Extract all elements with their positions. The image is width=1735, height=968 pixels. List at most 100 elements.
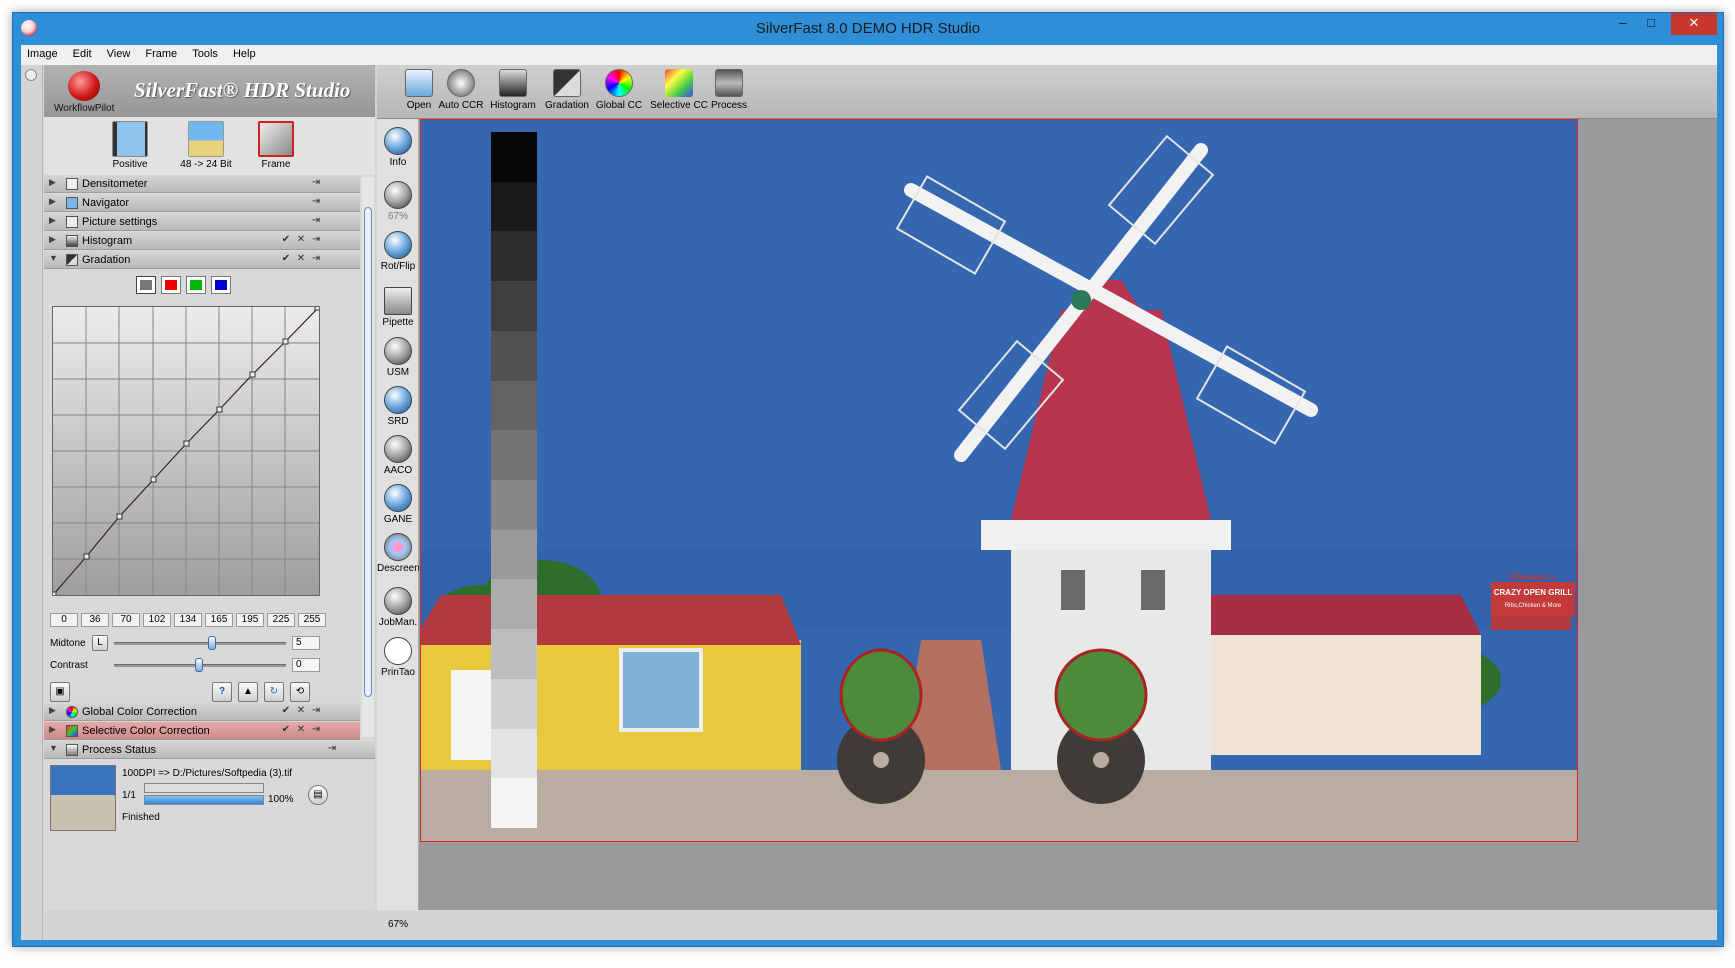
- undock-icon[interactable]: ⇥: [310, 705, 322, 717]
- tool-rotflip-button[interactable]: Rot/Flip: [377, 231, 419, 272]
- image-viewer[interactable]: CRAZY OPEN GRILL Ribs,Chicken & More Ele…: [419, 119, 1717, 910]
- save-preset-button[interactable]: ▣: [50, 682, 70, 702]
- toolbar-autoccr-button[interactable]: Auto CCR: [433, 69, 489, 111]
- midtone-mode-button[interactable]: L: [92, 635, 108, 651]
- menu-view[interactable]: View: [101, 45, 137, 60]
- midtone-value[interactable]: 5: [292, 636, 320, 650]
- gradation-value[interactable]: 165: [205, 613, 233, 627]
- menu-help[interactable]: Help: [227, 45, 262, 60]
- check-icon[interactable]: ✔: [280, 724, 292, 736]
- section-process-status[interactable]: ▼ Process Status ⇥: [44, 741, 375, 759]
- undock-icon[interactable]: ⇥: [310, 234, 322, 246]
- undock-icon[interactable]: ⇥: [310, 253, 322, 265]
- toolbar-gradation-button[interactable]: Gradation: [539, 69, 595, 111]
- menu-edit[interactable]: Edit: [67, 45, 98, 60]
- expand-arrow-icon[interactable]: ▶: [49, 215, 56, 226]
- minimize-button[interactable]: –: [1609, 13, 1637, 35]
- mode-positive-button[interactable]: Positive: [90, 121, 170, 170]
- panel-scrollbar[interactable]: [362, 177, 374, 737]
- menu-image[interactable]: Image: [21, 45, 64, 60]
- title-bar[interactable]: SilverFast 8.0 DEMO HDR Studio – □ ✕: [13, 13, 1723, 45]
- expand-arrow-icon[interactable]: ▶: [49, 705, 56, 716]
- midtone-slider-handle[interactable]: [208, 636, 216, 650]
- check-icon[interactable]: ✔: [280, 705, 292, 717]
- help-button[interactable]: ?: [212, 682, 232, 702]
- refresh-button[interactable]: ↻: [264, 682, 284, 702]
- tool-zoom-button[interactable]: 67%: [377, 181, 419, 222]
- channel-master-button[interactable]: [136, 276, 156, 294]
- curve-point[interactable]: [50, 591, 57, 598]
- tool-printao-button[interactable]: PrinTao: [377, 637, 419, 678]
- channel-green-button[interactable]: [186, 276, 206, 294]
- channel-blue-button[interactable]: [211, 276, 231, 294]
- mode-frame-button[interactable]: Frame: [236, 121, 316, 170]
- curve-point[interactable]: [314, 304, 321, 311]
- expand-arrow-icon[interactable]: ▶: [49, 196, 56, 207]
- check-icon[interactable]: ✔: [280, 253, 292, 265]
- workflow-pilot-label[interactable]: WorkflowPilot: [54, 103, 114, 114]
- gradation-value[interactable]: 0: [50, 613, 78, 627]
- undock-icon[interactable]: ⇥: [326, 743, 338, 755]
- curve-point[interactable]: [249, 371, 256, 378]
- toolbar-globalcc-button[interactable]: Global CC: [591, 69, 647, 111]
- undock-icon[interactable]: ⇥: [310, 177, 322, 189]
- gradation-curve[interactable]: [50, 304, 321, 598]
- channel-red-button[interactable]: [161, 276, 181, 294]
- job-info-button[interactable]: ▤: [308, 785, 328, 805]
- gradation-value[interactable]: 195: [236, 613, 264, 627]
- tool-aaco-button[interactable]: AACO: [377, 435, 419, 476]
- reset-x-icon[interactable]: ✕: [295, 234, 307, 246]
- job-thumbnail[interactable]: [50, 765, 116, 831]
- contrast-slider-handle[interactable]: [195, 658, 203, 672]
- mode-bitdepth-button[interactable]: 48 -> 24 Bit: [166, 121, 246, 170]
- expand-arrow-icon[interactable]: ▶: [49, 177, 56, 188]
- tool-srd-button[interactable]: SRD: [377, 386, 419, 427]
- section-gradation[interactable]: ▼ Gradation ✔ ✕ ⇥: [44, 251, 360, 269]
- curve-point[interactable]: [150, 476, 157, 483]
- undock-icon[interactable]: ⇥: [310, 215, 322, 227]
- reset-x-icon[interactable]: ✕: [295, 253, 307, 265]
- gradation-value[interactable]: 134: [174, 613, 202, 627]
- section-selective-cc[interactable]: ▶ Selective Color Correction ✔ ✕ ⇥: [44, 722, 360, 740]
- scrollbar-thumb[interactable]: [364, 207, 372, 697]
- toolbar-histogram-button[interactable]: Histogram: [485, 69, 541, 111]
- gradation-value[interactable]: 70: [112, 613, 140, 627]
- curve-point[interactable]: [83, 553, 90, 560]
- reset-x-icon[interactable]: ✕: [295, 724, 307, 736]
- curve-point[interactable]: [116, 513, 123, 520]
- tool-gane-button[interactable]: GANE: [377, 484, 419, 525]
- close-button[interactable]: ✕: [1671, 13, 1717, 35]
- menu-tools[interactable]: Tools: [186, 45, 224, 60]
- section-navigator[interactable]: ▶ Navigator ⇥: [44, 194, 360, 212]
- collapse-arrow-icon[interactable]: ▼: [49, 743, 58, 753]
- contrast-value[interactable]: 0: [292, 658, 320, 672]
- reset-button[interactable]: ⟲: [290, 682, 310, 702]
- gradation-value[interactable]: 36: [81, 613, 109, 627]
- tool-usm-button[interactable]: USM: [377, 337, 419, 378]
- curve-point[interactable]: [282, 338, 289, 345]
- gradation-value[interactable]: 102: [143, 613, 171, 627]
- workflow-pilot-icon[interactable]: [68, 71, 100, 101]
- section-histogram[interactable]: ▶ Histogram ✔ ✕ ⇥: [44, 232, 360, 250]
- check-icon[interactable]: ✔: [280, 234, 292, 246]
- toolbar-process-button[interactable]: Process: [701, 69, 757, 111]
- tool-jobman-button[interactable]: JobMan.: [377, 587, 419, 628]
- tool-descreen-button[interactable]: Descreen: [377, 533, 420, 574]
- section-global-cc[interactable]: ▶ Global Color Correction ✔ ✕ ⇥: [44, 703, 360, 721]
- menu-frame[interactable]: Frame: [139, 45, 183, 60]
- curve-point[interactable]: [216, 406, 223, 413]
- expand-arrow-icon[interactable]: ▶: [49, 724, 56, 735]
- midtone-slider[interactable]: [114, 642, 286, 645]
- gradation-value[interactable]: 225: [267, 613, 295, 627]
- undock-icon[interactable]: ⇥: [310, 196, 322, 208]
- section-picture-settings[interactable]: ▶ Picture settings ⇥: [44, 213, 360, 231]
- reset-x-icon[interactable]: ✕: [295, 705, 307, 717]
- collapse-icon[interactable]: [25, 69, 37, 81]
- section-densitometer[interactable]: ▶ Densitometer ⇥: [44, 175, 360, 193]
- collapse-arrow-icon[interactable]: ▼: [49, 253, 58, 263]
- tool-pipette-button[interactable]: Pipette: [377, 287, 419, 328]
- curve-point[interactable]: [183, 440, 190, 447]
- expand-arrow-icon[interactable]: ▶: [49, 234, 56, 245]
- curve-graph[interactable]: [50, 304, 321, 598]
- maximize-button[interactable]: □: [1637, 13, 1665, 35]
